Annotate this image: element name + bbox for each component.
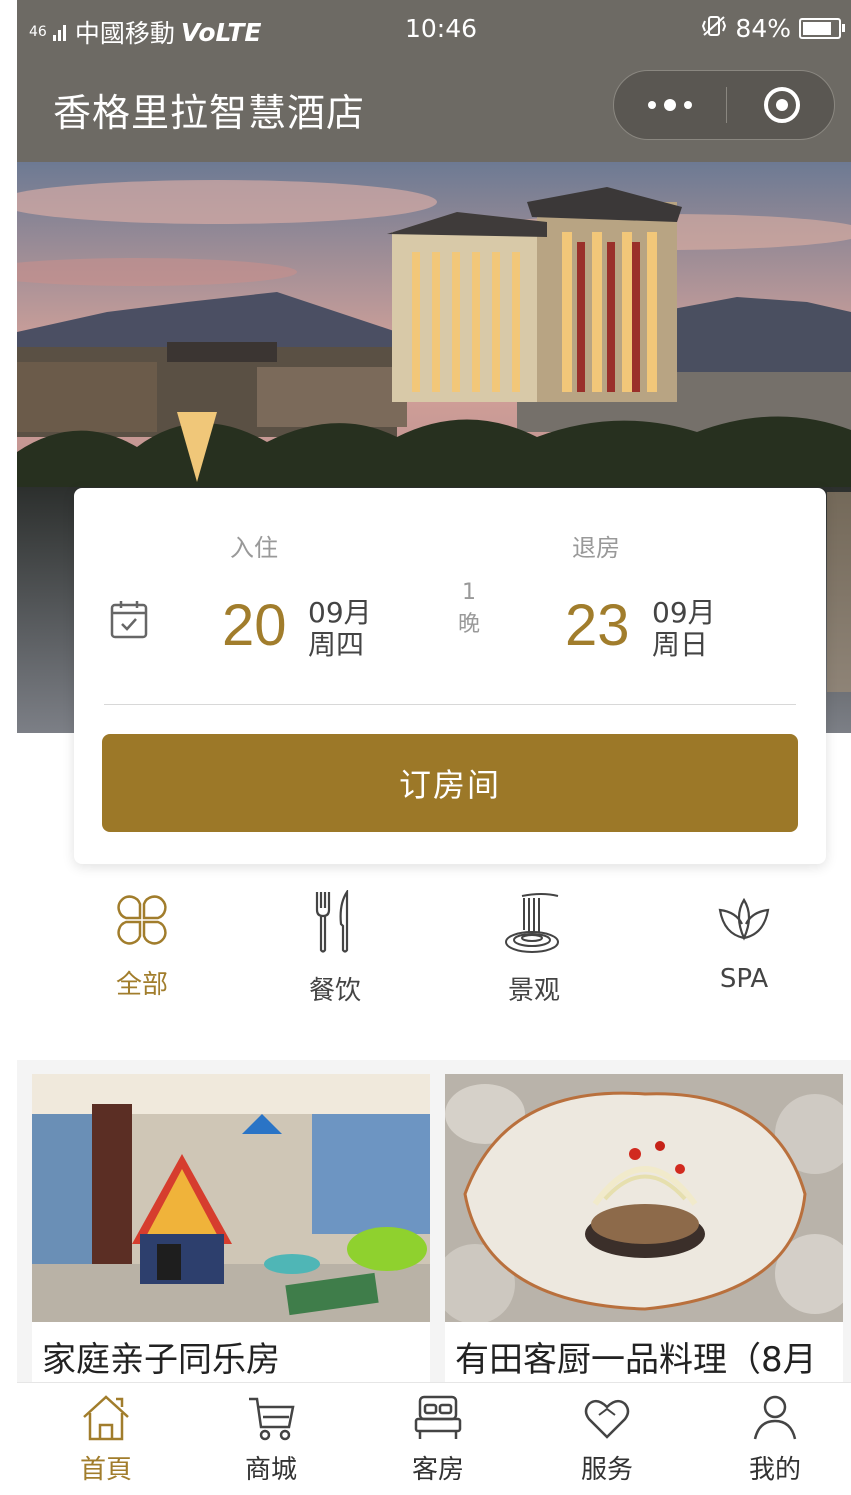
tab-label: 服务 [580,1455,633,1485]
checkout-month-weekday[interactable]: 09月 周日 [652,597,716,661]
nights-number: 1 [462,580,476,605]
tab-label: 首頁 [79,1455,132,1485]
signal-icon [52,18,69,47]
user-icon [753,1395,797,1440]
home-icon [83,1395,129,1441]
bed-icon [414,1395,462,1439]
heart-icon [584,1399,630,1439]
waterfall-icon [505,893,559,953]
tab-mine[interactable]: 我的 [715,1393,835,1486]
checkout-day[interactable]: 23 [565,592,630,659]
clover-icon [117,895,167,945]
battery-percent: 84% [735,14,791,43]
category-label: SPA [719,964,769,994]
cart-icon [249,1397,295,1441]
nights-count: 1 晚 [454,577,484,641]
volte-label: VoLTE [180,17,262,47]
checkout-label: 退房 [572,534,620,562]
category-label: 餐饮 [308,976,361,1006]
tab-label: 客房 [411,1455,464,1485]
tab-home[interactable]: 首頁 [46,1393,166,1486]
miniprogram-capsule [613,70,835,140]
tab-rooms[interactable]: 客房 [378,1393,498,1486]
battery-icon [799,18,845,39]
listing-title: 家庭亲子同乐房 [42,1340,280,1380]
category-row: 全部 餐饮 景观 SPA [17,890,851,1050]
checkin-weekday: 周四 [308,628,365,661]
more-button[interactable] [614,71,726,139]
close-target-icon[interactable] [764,87,800,123]
tab-mall[interactable]: 商城 [211,1393,331,1486]
category-all[interactable]: 全部 [62,890,222,1001]
tab-label: 我的 [748,1455,801,1485]
status-bar: 46 中國移動 VoLTE 10:46 84% [17,0,851,58]
tab-service[interactable]: 服务 [547,1393,667,1486]
listing-card[interactable]: 家庭亲子同乐房 [32,1074,430,1384]
category-label: 景观 [507,976,560,1006]
listing-grid: 家庭亲子同乐房 有田客厨一品料理（8月 [17,1060,851,1384]
checkin-month: 09月 [308,596,372,629]
signal-label: 46 [29,24,47,40]
nights-unit: 晚 [457,612,480,637]
checkin-day[interactable]: 20 [222,592,287,659]
nav-bar: 香格里拉智慧酒店 [17,58,851,162]
lotus-icon [718,897,770,941]
vibrate-icon [701,14,727,43]
checkout-month: 09月 [652,596,716,629]
checkout-weekday: 周日 [652,628,709,661]
book-room-button[interactable]: 订房间 [102,734,798,832]
category-dining[interactable]: 餐饮 [255,890,415,1007]
listing-title: 有田客厨一品料理（8月 [455,1340,817,1380]
tab-bar: 首頁 商城 客房 服务 我的 [17,1382,851,1495]
checkin-label: 入住 [230,534,278,562]
capsule-divider [726,87,727,123]
tab-label: 商城 [244,1455,297,1485]
category-scenery[interactable]: 景观 [454,890,614,1007]
cutlery-icon [315,890,349,953]
status-time: 10:46 [405,14,478,43]
dish-image [445,1074,843,1322]
category-spa[interactable]: SPA [664,890,824,994]
family-room-image [32,1074,430,1322]
category-label: 全部 [115,970,168,1000]
checkin-month-weekday[interactable]: 09月 周四 [308,597,372,661]
booking-card: 入住 退房 20 09月 周四 1 晚 23 09月 周日 订房间 [74,488,826,864]
listing-card[interactable]: 有田客厨一品料理（8月 [445,1074,843,1384]
page-title: 香格里拉智慧酒店 [53,91,366,135]
carrier-name: 中國移動 [74,19,175,48]
calendar-icon [110,601,148,639]
card-divider [104,704,796,705]
